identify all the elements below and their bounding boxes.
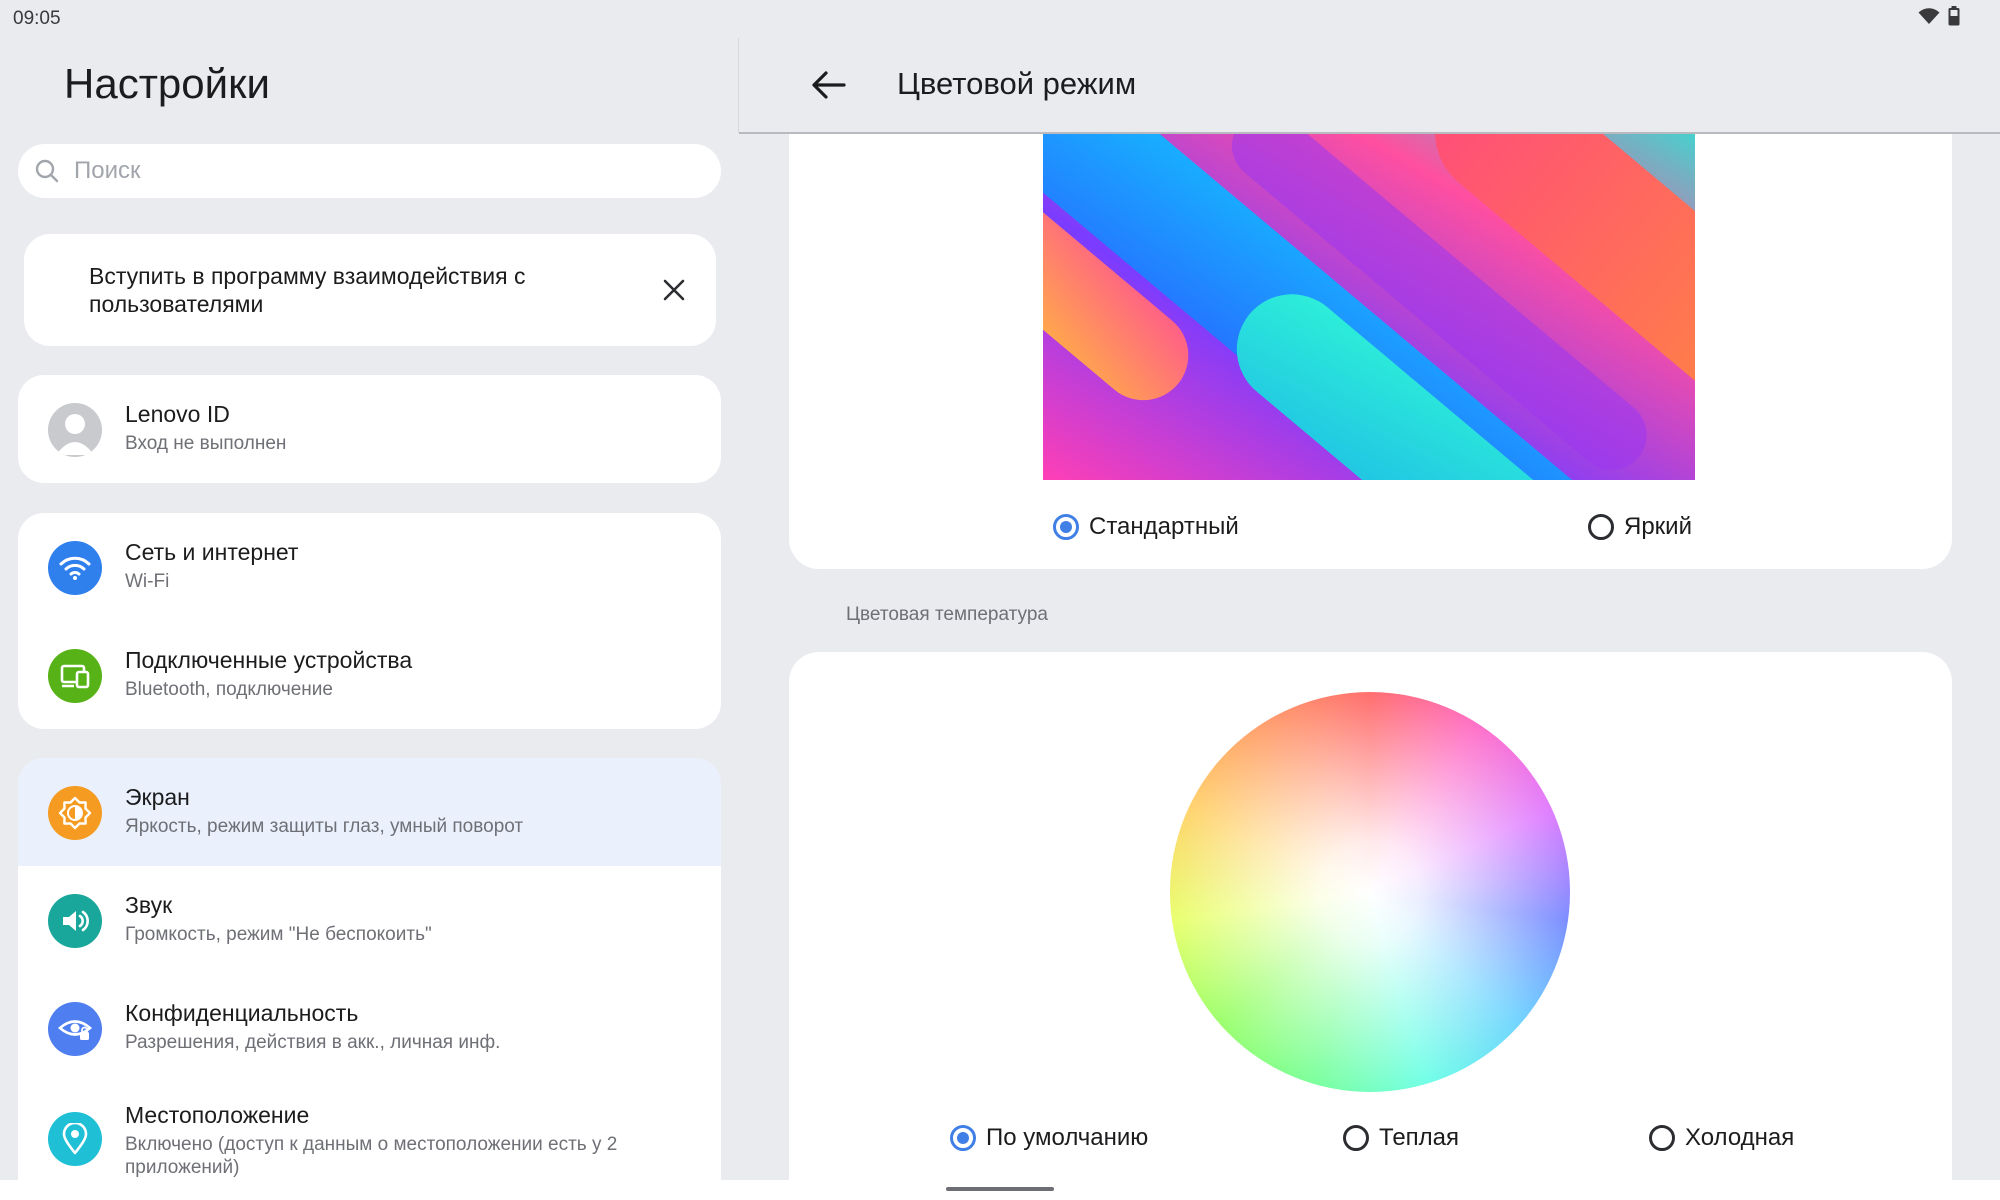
location-title: Местоположение: [125, 1102, 310, 1128]
account-card: Lenovo ID Вход не выполнен: [18, 375, 721, 483]
settings-item-location[interactable]: Местоположение Включено (доступ к данным…: [18, 1076, 721, 1180]
wifi-icon: [48, 541, 102, 595]
avatar: [48, 403, 102, 457]
brightness-icon: [48, 786, 102, 840]
radio-cold: [1649, 1125, 1675, 1151]
device-card: Экран Яркость, режим защиты глаз, умный …: [18, 758, 721, 1180]
mode-option-standard[interactable]: Стандартный: [1053, 513, 1239, 541]
settings-item-network[interactable]: Сеть и интернет Wi-Fi: [18, 513, 721, 621]
color-temperature-wheel[interactable]: [1170, 692, 1570, 1092]
user-program-banner[interactable]: Вступить в программу взаимодействия с по…: [24, 234, 716, 346]
status-time: 09:05: [13, 8, 61, 29]
privacy-subtitle: Разрешения, действия в акк., личная инф.: [125, 1032, 501, 1053]
temperature-option-cold[interactable]: Холодная: [1649, 1124, 1794, 1152]
page-title: Цветовой режим: [897, 66, 1137, 101]
search-input[interactable]: Поиск: [18, 144, 721, 198]
settings-title: Настройки: [64, 60, 270, 107]
back-button[interactable]: [803, 60, 853, 110]
connectivity-card: Сеть и интернет Wi-Fi Подключенные устро…: [18, 513, 721, 729]
settings-item-privacy[interactable]: Конфиденциальность Разрешения, действия …: [18, 974, 721, 1082]
display-title: Экран: [125, 784, 190, 810]
color-temperature-card: По умолчанию Теплая Холодная: [789, 652, 1952, 1200]
battery-icon: [1948, 6, 1960, 26]
connected-devices-title: Подключенные устройства: [125, 647, 413, 673]
status-bar: 09:05: [0, 0, 2000, 38]
radio-warm: [1343, 1125, 1369, 1151]
sound-subtitle: Громкость, режим "Не беспокоить": [125, 924, 432, 945]
temperature-option-default-label: По умолчанию: [986, 1124, 1149, 1151]
user-program-text: Вступить в программу взаимодействия с по…: [89, 263, 526, 317]
temperature-option-cold-label: Холодная: [1685, 1124, 1795, 1151]
color-mode-card: Стандартный Яркий: [789, 100, 1952, 569]
status-icons: [1918, 6, 1960, 26]
display-subtitle: Яркость, режим защиты глаз, умный поворо…: [125, 816, 524, 837]
radio-standard-selected: [1053, 514, 1079, 540]
search-placeholder: Поиск: [74, 157, 141, 184]
settings-item-connected-devices[interactable]: Подключенные устройства Bluetooth, подкл…: [18, 621, 721, 729]
temperature-option-default[interactable]: По умолчанию: [950, 1124, 1148, 1152]
wifi-signal-icon: [1918, 8, 1940, 24]
avatar-placeholder-icon: [56, 414, 94, 455]
lenovo-id-title: Lenovo ID: [125, 401, 230, 427]
mode-option-vivid-label: Яркий: [1624, 513, 1692, 540]
color-mode-preview-image: [1043, 100, 1695, 480]
mode-option-standard-label: Стандартный: [1089, 513, 1239, 540]
close-icon: [663, 279, 685, 301]
location-icon: [48, 1112, 102, 1166]
privacy-eye-icon: [48, 1002, 102, 1056]
home-indicator[interactable]: [946, 1187, 1054, 1191]
location-subtitle: Включено (доступ к данным о местоположен…: [125, 1134, 618, 1178]
close-banner-button[interactable]: [656, 272, 692, 308]
back-arrow-icon: [812, 71, 846, 99]
radio-default-selected: [950, 1125, 976, 1151]
mode-option-vivid[interactable]: Яркий: [1588, 513, 1692, 541]
connected-devices-icon: [48, 649, 102, 703]
search-icon: [35, 159, 59, 183]
privacy-title: Конфиденциальность: [125, 1000, 359, 1026]
settings-item-display[interactable]: Экран Яркость, режим защиты глаз, умный …: [18, 758, 721, 866]
temperature-option-warm-label: Теплая: [1379, 1124, 1460, 1151]
lenovo-id-subtitle: Вход не выполнен: [125, 433, 287, 454]
network-title: Сеть и интернет: [125, 539, 299, 565]
connected-devices-subtitle: Bluetooth, подключение: [125, 679, 333, 700]
network-subtitle: Wi-Fi: [125, 571, 170, 592]
radio-vivid: [1588, 514, 1614, 540]
sound-title: Звук: [125, 892, 173, 918]
color-temperature-header: Цветовая температура: [846, 604, 1048, 625]
lenovo-id-item[interactable]: Lenovo ID Вход не выполнен: [18, 375, 721, 483]
sound-icon: [48, 894, 102, 948]
detail-toolbar: Цветовой режим: [739, 38, 2000, 134]
settings-item-sound[interactable]: Звук Громкость, режим "Не беспокоить": [18, 866, 721, 974]
temperature-option-warm[interactable]: Теплая: [1343, 1124, 1459, 1152]
settings-list-pane: Настройки Поиск Вступить в программу вза…: [0, 38, 738, 1180]
